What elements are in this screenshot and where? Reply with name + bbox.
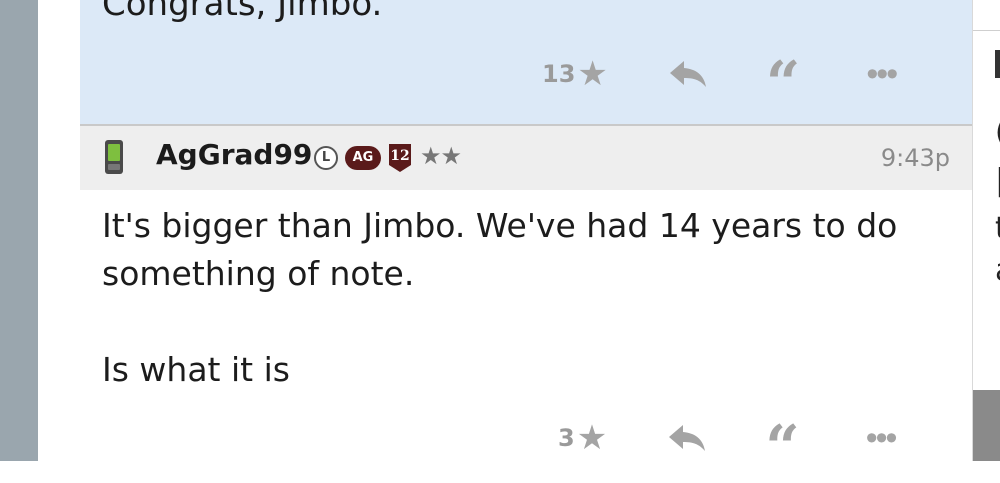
more-icon: •••: [865, 419, 898, 457]
adjacent-text-fragment: (: [995, 118, 1000, 148]
post-header: AgGrad99 L AG 12 ★★ 9:43p: [80, 124, 972, 190]
adjacent-pane: ( | t a: [972, 0, 1000, 461]
quote-button[interactable]: “: [765, 49, 801, 119]
more-button[interactable]: •••: [866, 55, 898, 93]
reply-button[interactable]: [668, 59, 708, 89]
body-line-3: Is what it is: [102, 350, 290, 389]
mobile-phone-icon: [105, 140, 123, 174]
post-time: 9:43p: [880, 144, 950, 172]
like-count: 13: [542, 60, 576, 88]
post-actions: 3 ★ “ •••: [558, 413, 898, 483]
post-body: It's bigger than Jimbo. We've had 14 yea…: [80, 190, 972, 483]
previous-post: Congrats, Jimbo. 13 ★ “ •••: [80, 0, 972, 124]
adjacent-tab-marker: [995, 50, 1000, 78]
like-button[interactable]: 13 ★: [542, 57, 608, 91]
left-gutter: [38, 0, 80, 461]
post-username[interactable]: AgGrad99: [156, 138, 312, 171]
badge-ag-icon: AG: [345, 146, 381, 170]
quote-icon: “: [765, 49, 801, 119]
reply-button[interactable]: [667, 423, 707, 453]
more-icon: •••: [866, 55, 898, 93]
previous-post-text: Congrats, Jimbo.: [102, 0, 383, 24]
star-icon: ★: [577, 55, 608, 93]
reply-icon: [669, 425, 706, 451]
adjacent-text-fragment: t: [995, 214, 1000, 244]
adjacent-divider: [973, 30, 1000, 31]
badge-12-shield-icon: 12: [389, 144, 411, 172]
like-count: 3: [558, 424, 575, 452]
quote-icon: “: [765, 413, 800, 483]
adjacent-text-fragment: |: [995, 166, 1000, 196]
like-button[interactable]: 3 ★: [558, 421, 607, 455]
quote-button[interactable]: “: [765, 413, 800, 483]
body-line-1: It's bigger than Jimbo. We've had 14 yea…: [102, 206, 898, 245]
left-scroll-rail: [0, 0, 38, 461]
reply-icon: [669, 61, 706, 87]
rank-stars-icon: ★★: [420, 143, 462, 170]
previous-post-actions: 13 ★ “ •••: [542, 49, 898, 119]
body-line-2: something of note.: [102, 254, 415, 293]
badge-l-icon: L: [314, 146, 338, 170]
adjacent-text-fragment: a: [995, 256, 1000, 286]
more-button[interactable]: •••: [865, 419, 898, 457]
adjacent-scroll-bar[interactable]: [973, 390, 1000, 461]
star-icon: ★: [576, 419, 608, 457]
